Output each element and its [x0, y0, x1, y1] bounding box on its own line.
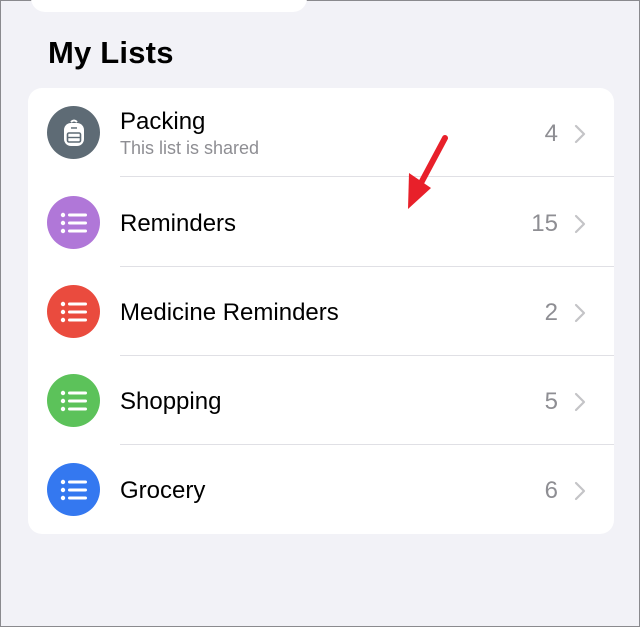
list-item-shopping[interactable]: Shopping 5	[28, 356, 614, 445]
list-count: 4	[544, 120, 558, 147]
list-count: 2	[544, 299, 558, 326]
list-bullet-icon	[47, 463, 100, 516]
list-name: Packing	[120, 108, 206, 135]
list-bullet-icon	[47, 285, 100, 338]
section-title: My Lists	[48, 35, 174, 70]
list-name: Shopping	[120, 388, 222, 415]
chevron-right-icon	[574, 303, 586, 323]
list-bullet-icon	[47, 374, 100, 427]
separator	[120, 176, 614, 177]
list-subtitle: This list is shared	[120, 138, 260, 158]
previous-card	[31, 0, 307, 12]
list-item-packing[interactable]: Packing This list is shared 4	[28, 88, 614, 177]
chevron-right-icon	[574, 124, 586, 144]
list-name: Reminders	[120, 210, 237, 237]
list-item-medicine-reminders[interactable]: Medicine Reminders 2	[28, 267, 614, 356]
list-count: 15	[531, 210, 558, 237]
backpack-icon	[47, 106, 100, 159]
list-count: 5	[544, 388, 558, 415]
list-bullet-icon	[47, 196, 100, 249]
chevron-right-icon	[574, 481, 586, 501]
list-item-reminders[interactable]: Reminders 15	[28, 178, 614, 267]
chevron-right-icon	[574, 392, 586, 412]
list-name: Grocery	[120, 477, 206, 504]
my-lists-card: Packing This list is shared 4 Reminders …	[28, 88, 614, 534]
annotation-arrow-icon	[408, 135, 448, 209]
list-name: Medicine Reminders	[120, 299, 339, 326]
list-item-grocery[interactable]: Grocery 6	[28, 445, 614, 534]
list-count: 6	[544, 477, 558, 504]
chevron-right-icon	[574, 214, 586, 234]
